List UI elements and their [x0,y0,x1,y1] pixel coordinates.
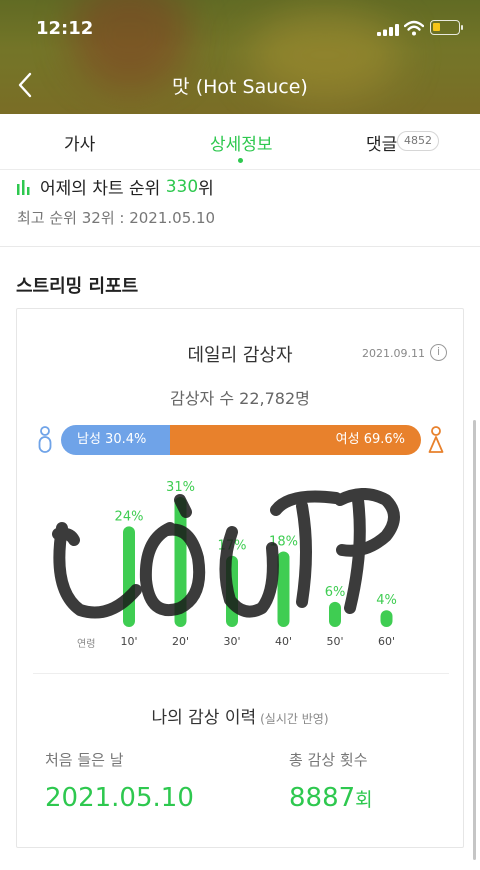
rank-prefix: 어제의 차트 순위 [40,179,161,199]
bar-chart-icon [17,179,30,195]
age-value-label-5: 4% [376,593,397,608]
battery-icon [430,20,463,35]
card-divider [33,673,449,674]
female-label: 여성 69.6% [335,432,405,447]
listener-count: 감상자 수 22,782명 [170,389,310,408]
age-value-label-3: 18% [269,535,298,550]
age-bar-1 [174,497,187,627]
age-value-label-0: 24% [115,509,144,524]
rank-value: 330 [165,176,199,197]
first-listened-value: 2021.05.10 [45,783,194,813]
first-listened-label: 처음 들은 날 [45,751,124,769]
age-distribution-chart: 24% 10' 31% 20' 17% 30' 18% 40' 6% 50' 4% 60' [115,480,397,648]
best-rank: 최고 순위 32위 : 2021.05.10 [17,209,216,227]
daily-listeners-card: 데일리 감상자 2021.09.11 i 감상자 수 22,782명 남성 30… [16,308,464,848]
total-plays-unit: 회 [355,789,373,811]
tab-lyrics[interactable]: 가사 [64,130,95,155]
female-segment: 여성 69.6% [170,425,421,455]
age-tick-label-2: 30' [223,635,240,648]
total-plays-label: 총 감상 횟수 [289,751,368,769]
male-segment: 남성 30.4% [61,425,171,455]
status-bar: 12:12 [0,0,480,56]
tab-details-label: 상세정보 [210,135,273,155]
age-value-label-4: 6% [325,585,346,600]
active-tab-indicator [238,158,243,163]
status-time: 12:12 [36,18,94,39]
tab-details[interactable]: 상세정보 [210,130,273,163]
info-icon[interactable]: i [430,344,447,361]
male-label: 남성 30.4% [77,432,147,447]
chart-rank: 어제의 차트 순위 330 위 [16,174,214,199]
age-tick-label-4: 50' [326,635,343,648]
age-value-label-2: 17% [218,539,247,554]
history-title: 나의 감상 이력 [151,708,257,728]
listening-history-title: 나의 감상 이력 (실시간 반영) [17,703,463,728]
report-date: 2021.09.11 [362,347,425,360]
age-tick-label-3: 40' [275,635,292,648]
rank-suffix: 위 [198,179,214,199]
gender-ratio-bar: 남성 30.4% 여성 69.6% [61,425,421,455]
age-tick-label-0: 10' [120,635,137,648]
tab-comments[interactable]: 댓글 [366,130,397,155]
age-bar-2 [226,555,238,627]
age-bar-0 [123,526,135,627]
age-bar-3 [277,551,290,627]
male-icon [38,426,52,453]
age-bar-4 [329,601,341,627]
age-axis-label: 연령 [77,639,96,650]
age-tick-label-5: 60' [378,635,395,648]
page-title: 맛 (Hot Sauce) [172,76,308,98]
history-note: (실시간 반영) [260,712,329,726]
cellular-signal-icon [377,24,399,36]
total-plays-value: 8887회 [289,783,373,813]
section-divider [0,246,480,247]
age-value-label-1: 31% [166,480,195,495]
total-plays-number: 8887 [289,783,356,813]
age-tick-label-1: 20' [172,635,189,648]
female-icon [428,426,444,453]
streaming-report-title: 스트리밍 리포트 [16,276,139,297]
wifi-icon [404,20,424,36]
scrollbar[interactable] [473,420,476,860]
age-bar-5 [380,610,393,627]
comment-count-badge: 4852 [397,131,439,151]
